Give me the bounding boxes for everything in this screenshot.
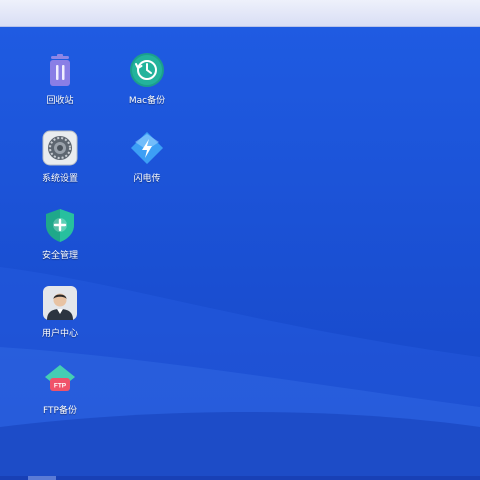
svg-text:FTP: FTP — [54, 383, 67, 390]
taskbar-start-button[interactable] — [28, 476, 56, 480]
desktop-icon-mac-backup[interactable]: Mac备份 — [117, 52, 177, 122]
desktop-icon-label: Mac备份 — [128, 96, 166, 106]
desktop: 回收站 Mac备份 系统设置 闪电传 安全管理 用户中心 FTP FTP备份 — [0, 0, 480, 480]
time-machine-icon — [129, 52, 165, 88]
taskbar — [0, 476, 480, 480]
gear-icon — [42, 130, 78, 166]
desktop-icon-label: 闪电传 — [133, 174, 161, 184]
trash-icon — [42, 52, 78, 88]
desktop-icon-trash[interactable]: 回收站 — [30, 52, 90, 122]
desktop-icon-system-settings[interactable]: 系统设置 — [30, 130, 90, 200]
desktop-icon-label: 回收站 — [46, 96, 74, 106]
desktop-icon-label: 系统设置 — [41, 174, 78, 184]
desktop-icon-label: FTP备份 — [43, 406, 77, 416]
desktop-icon-security[interactable]: 安全管理 — [30, 207, 90, 277]
lightning-transfer-icon — [129, 130, 165, 166]
top-bar — [0, 0, 480, 27]
security-shield-icon — [42, 207, 78, 243]
user-avatar-icon — [42, 285, 78, 321]
desktop-icon-user-center[interactable]: 用户中心 — [30, 285, 90, 355]
desktop-icon-ftp-backup[interactable]: FTP FTP备份 — [30, 362, 90, 432]
desktop-icon-lightning-transfer[interactable]: 闪电传 — [117, 130, 177, 200]
desktop-icon-label: 用户中心 — [41, 329, 78, 339]
desktop-icon-label: 安全管理 — [41, 251, 78, 261]
ftp-cloud-icon: FTP — [42, 362, 78, 398]
